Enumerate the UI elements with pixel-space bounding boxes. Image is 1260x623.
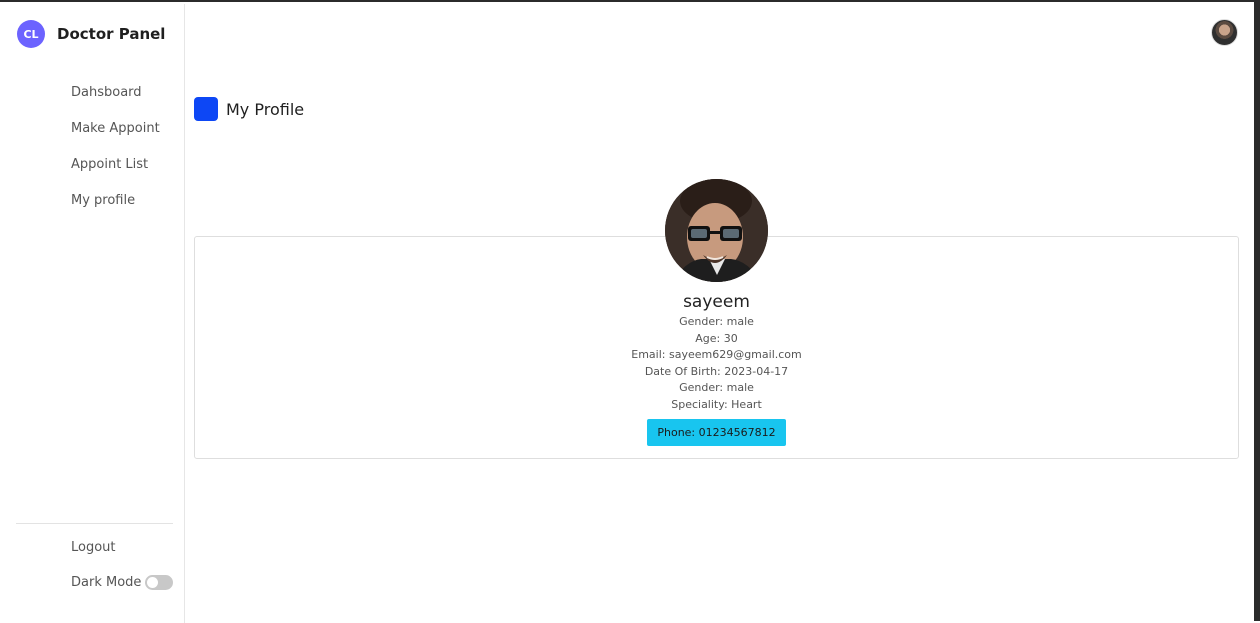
sidebar-divider — [16, 523, 173, 524]
dark-mode-toggle[interactable] — [145, 575, 174, 590]
profile-photo-icon — [665, 179, 768, 282]
logout-button[interactable]: Logout — [71, 540, 116, 555]
profile-gender-2: Gender: male — [679, 381, 754, 395]
brand[interactable]: CL Doctor Panel — [17, 20, 165, 48]
user-avatar-icon[interactable] — [1211, 19, 1238, 46]
dark-mode-control: Dark Mode — [71, 575, 174, 590]
sidebar-nav: Dahsboard Make Appoint Appoint List My p… — [71, 84, 160, 228]
profile-dob: Date Of Birth: 2023-04-17 — [644, 364, 789, 378]
sidebar: CL Doctor Panel Dahsboard Make Appoint A… — [0, 4, 185, 623]
sidebar-item-make-appoint[interactable]: Make Appoint — [71, 120, 160, 156]
profile-photo — [665, 179, 768, 282]
phone-badge[interactable]: Phone: 01234567812 — [647, 418, 786, 446]
profile-square-icon — [194, 97, 218, 121]
sidebar-item-my-profile[interactable]: My profile — [71, 192, 160, 228]
profile-gender: Gender: male — [679, 315, 754, 328]
sidebar-item-appoint-list[interactable]: Appoint List — [71, 156, 160, 192]
app-window: CL Doctor Panel Dahsboard Make Appoint A… — [0, 0, 1260, 623]
brand-title: Doctor Panel — [57, 25, 166, 43]
sidebar-item-dashboard[interactable]: Dahsboard — [71, 84, 160, 120]
profile-age: Age: 30 — [695, 331, 738, 345]
profile-info: sayeem Gender: male Age: 30 Email: sayee… — [194, 292, 1239, 446]
brand-logo: CL — [17, 20, 45, 48]
dark-mode-label: Dark Mode — [71, 575, 142, 590]
page-title: My Profile — [194, 97, 304, 121]
profile-email: Email: sayeem629@gmail.com — [631, 348, 802, 362]
profile-speciality: Speciality: Heart — [671, 397, 762, 411]
page-title-text: My Profile — [226, 99, 305, 119]
profile-name: sayeem — [683, 292, 750, 312]
